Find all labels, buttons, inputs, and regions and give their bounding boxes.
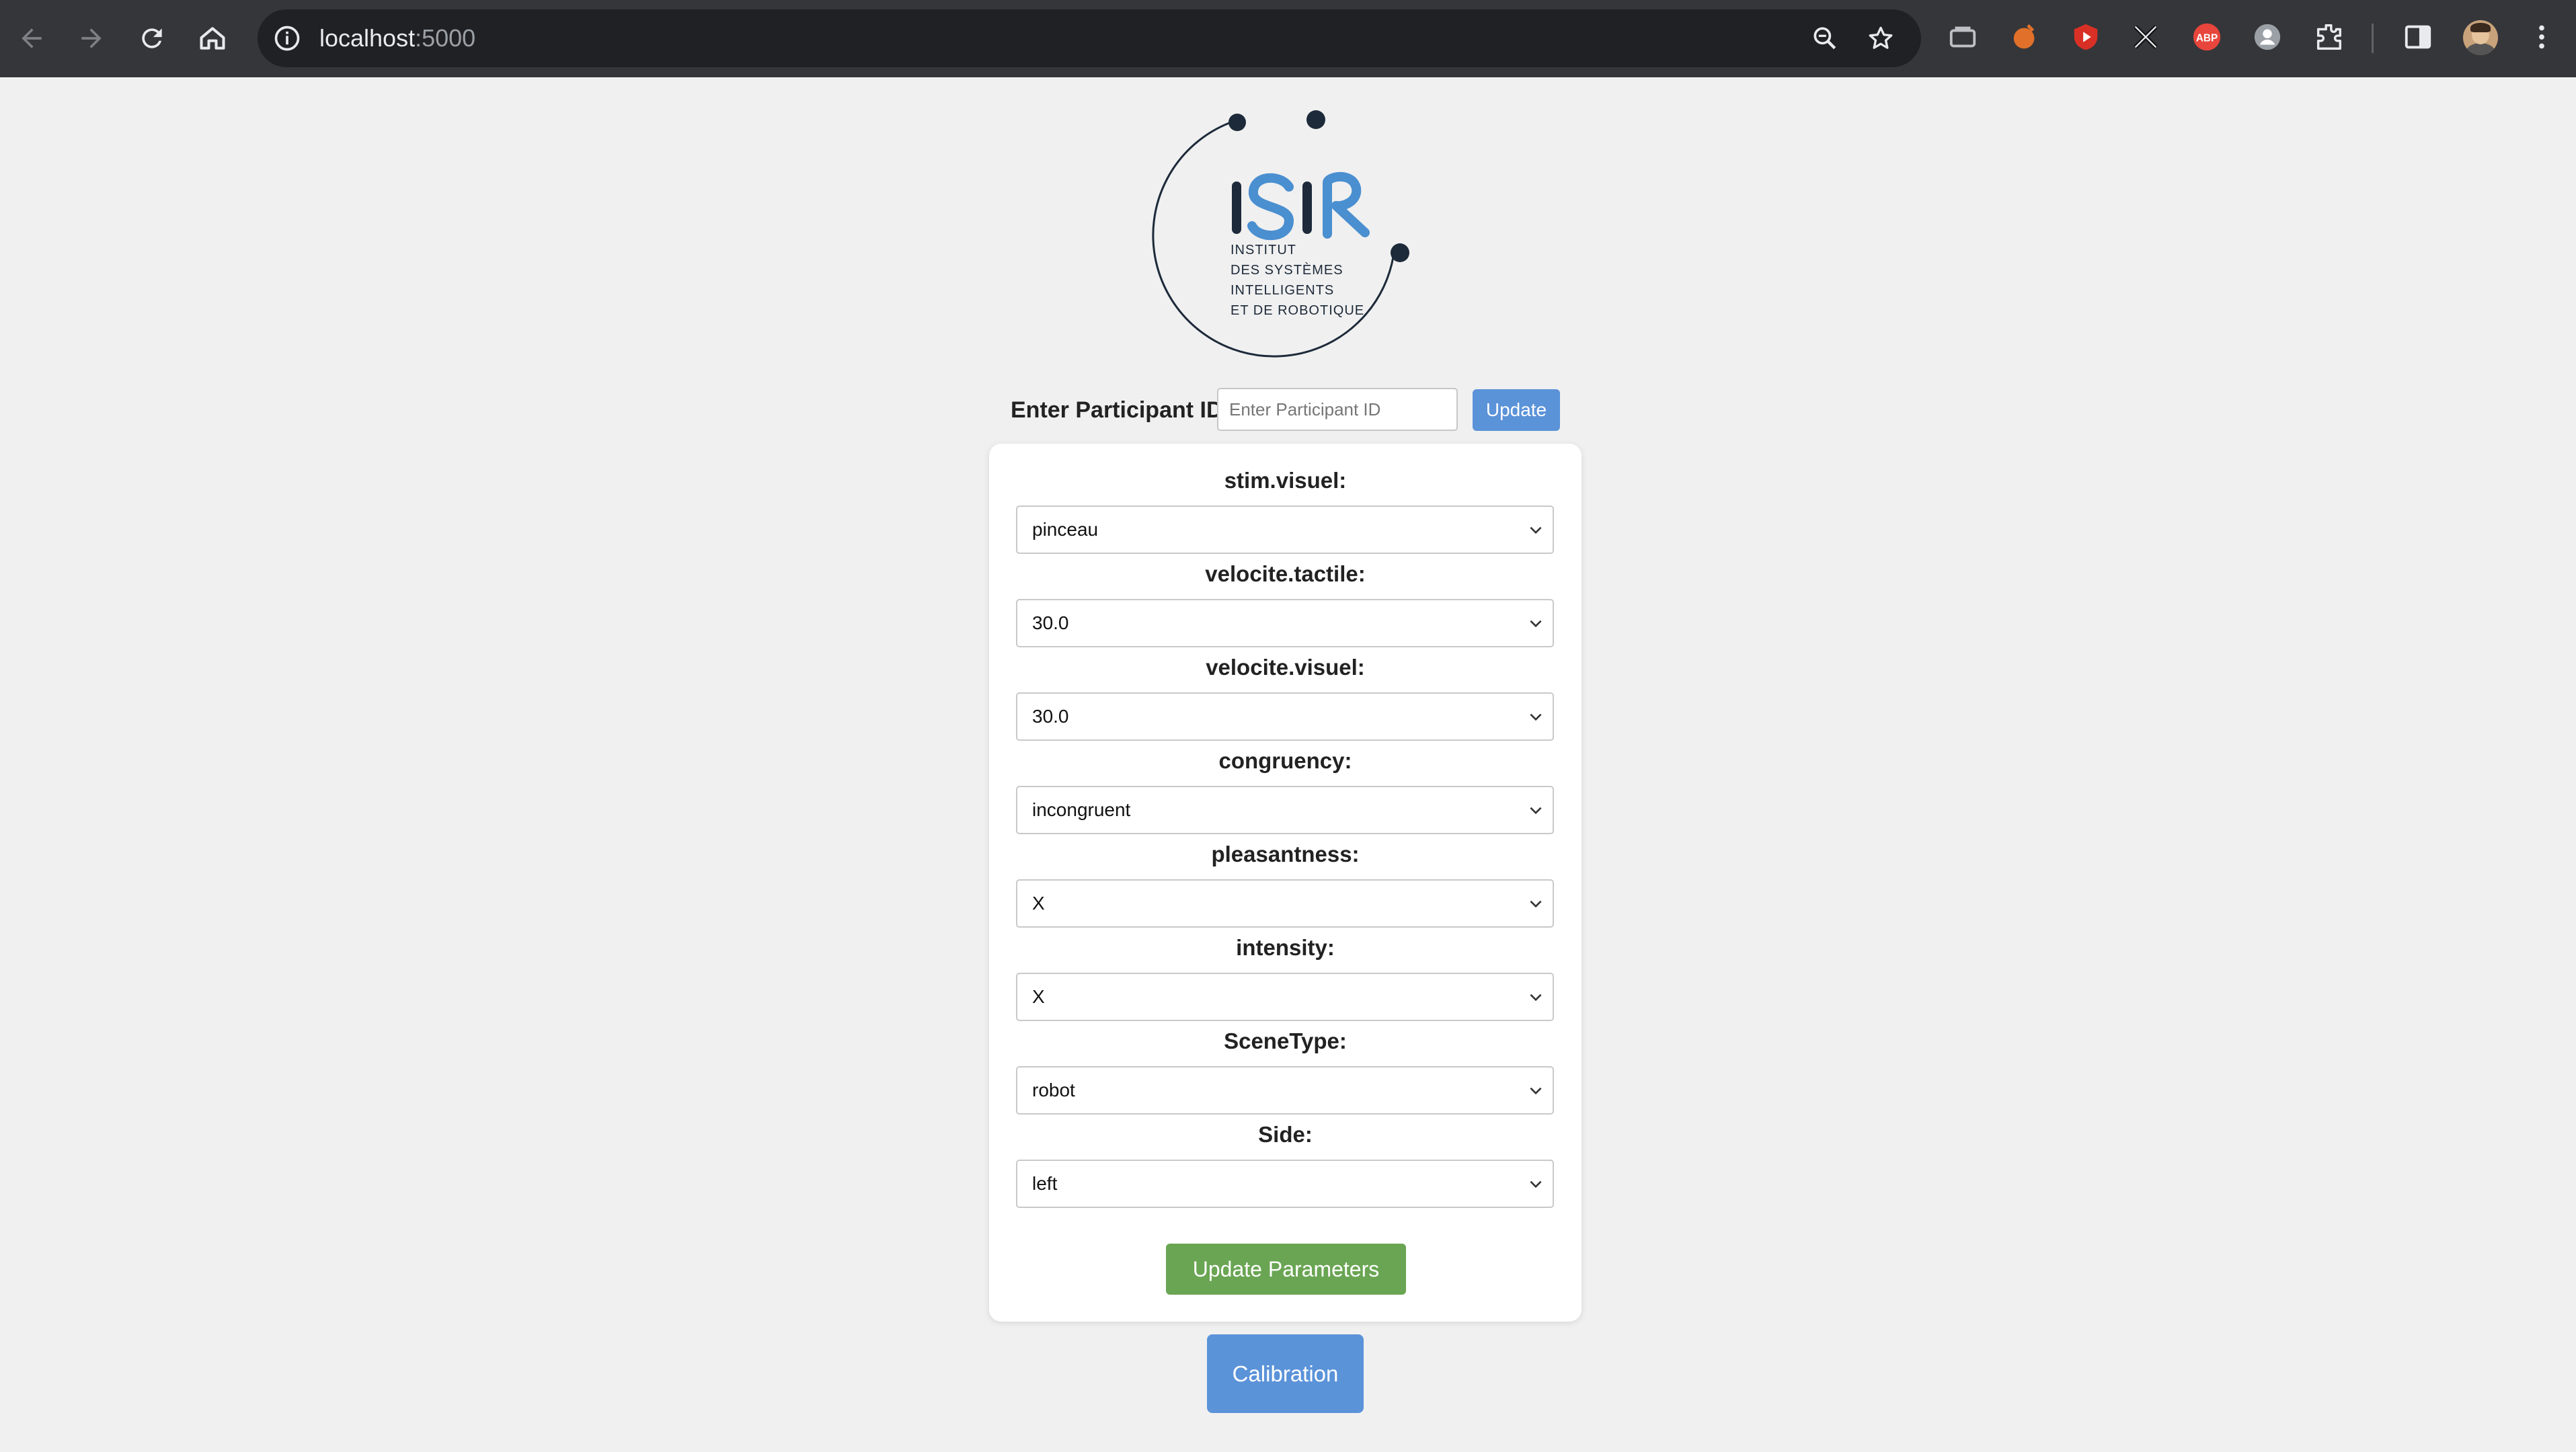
extension-x-icon[interactable] bbox=[2129, 20, 2162, 54]
field-label-velocite-tactile: velocite.tactile: bbox=[1205, 561, 1366, 586]
url-port: :5000 bbox=[415, 24, 476, 52]
select-pleasantness[interactable]: X bbox=[1016, 879, 1554, 928]
extension-play-icon[interactable] bbox=[2069, 20, 2103, 54]
participant-update-button[interactable]: Update bbox=[1473, 389, 1560, 431]
menu-icon[interactable] bbox=[2525, 20, 2559, 54]
select-value[interactable]: robot bbox=[1016, 1066, 1554, 1115]
forward-button[interactable] bbox=[67, 13, 116, 63]
extension-account-icon[interactable] bbox=[2251, 20, 2284, 54]
address-bar[interactable]: localhost:5000 bbox=[258, 9, 1921, 67]
field-label-pleasantness: pleasantness: bbox=[1211, 842, 1360, 866]
select-stim-visuel[interactable]: pinceau bbox=[1016, 506, 1554, 554]
select-value[interactable]: left bbox=[1016, 1160, 1554, 1208]
bookmark-star-icon[interactable] bbox=[1866, 24, 1896, 53]
toolbar-divider bbox=[2372, 24, 2374, 53]
update-parameters-button[interactable]: Update Parameters bbox=[1166, 1244, 1406, 1295]
logo-line-3: INTELLIGENTS bbox=[1231, 283, 1334, 298]
field-label-side: Side: bbox=[1258, 1122, 1313, 1147]
browser-toolbar: localhost:5000 ABP bbox=[0, 0, 2576, 77]
extension-orange-icon[interactable] bbox=[2008, 20, 2042, 54]
logo-line-4: ET DE ROBOTIQUE bbox=[1231, 303, 1364, 318]
forward-icon bbox=[81, 28, 102, 48]
select-congruency[interactable]: incongruent bbox=[1016, 786, 1554, 834]
home-icon bbox=[200, 27, 225, 50]
parameters-card: stim.visuel: pinceau velocite.tactile: 3… bbox=[989, 444, 1582, 1322]
select-value[interactable]: incongruent bbox=[1016, 786, 1554, 834]
info-icon[interactable] bbox=[272, 24, 302, 53]
url-text[interactable]: localhost:5000 bbox=[319, 9, 475, 67]
select-value[interactable]: 30.0 bbox=[1016, 599, 1554, 647]
calibration-button[interactable]: Calibration bbox=[1207, 1334, 1364, 1413]
select-value[interactable]: 30.0 bbox=[1016, 692, 1554, 741]
extension-tray-icon[interactable] bbox=[1946, 20, 1980, 54]
field-label-stim-visuel: stim.visuel: bbox=[1224, 468, 1347, 493]
zoom-icon[interactable] bbox=[1810, 24, 1840, 53]
field-label-congruency: congruency: bbox=[1218, 748, 1352, 773]
participant-id-label: Enter Participant ID: bbox=[1011, 397, 1231, 423]
select-velocite-visuel[interactable]: 30.0 bbox=[1016, 692, 1554, 741]
participant-id-input[interactable] bbox=[1217, 388, 1458, 431]
side-panel-icon[interactable] bbox=[2401, 20, 2435, 54]
field-label-velocite-visuel: velocite.visuel: bbox=[1206, 655, 1365, 680]
extension-adblock-icon[interactable]: ABP bbox=[2190, 20, 2224, 54]
field-label-intensity: intensity: bbox=[1236, 935, 1335, 960]
select-value[interactable]: X bbox=[1016, 879, 1554, 928]
reload-icon bbox=[142, 28, 162, 48]
field-label-scenetype: SceneType: bbox=[1224, 1028, 1347, 1053]
select-value[interactable]: X bbox=[1016, 973, 1554, 1021]
back-icon bbox=[22, 28, 42, 48]
logo-line-1: INSTITUT bbox=[1231, 243, 1296, 257]
isir-logo: INSTITUT DES SYSTÈMES INTELLIGENTS ET DE… bbox=[1152, 110, 1409, 358]
select-velocite-tactile[interactable]: 30.0 bbox=[1016, 599, 1554, 647]
participant-form: Enter Participant ID: Update bbox=[1009, 387, 1573, 434]
reload-button[interactable] bbox=[127, 13, 177, 63]
select-scenetype[interactable]: robot bbox=[1016, 1066, 1554, 1115]
select-value[interactable]: pinceau bbox=[1016, 506, 1554, 554]
url-host: localhost bbox=[319, 24, 416, 52]
extensions-icon[interactable] bbox=[2312, 20, 2345, 54]
select-side[interactable]: left bbox=[1016, 1160, 1554, 1208]
select-intensity[interactable]: X bbox=[1016, 973, 1554, 1021]
home-button[interactable] bbox=[188, 13, 237, 63]
profile-avatar[interactable] bbox=[2463, 20, 2498, 55]
svg-text:ABP: ABP bbox=[2196, 33, 2218, 44]
logo-line-2: DES SYSTÈMES bbox=[1231, 262, 1343, 278]
back-button[interactable] bbox=[7, 13, 56, 63]
